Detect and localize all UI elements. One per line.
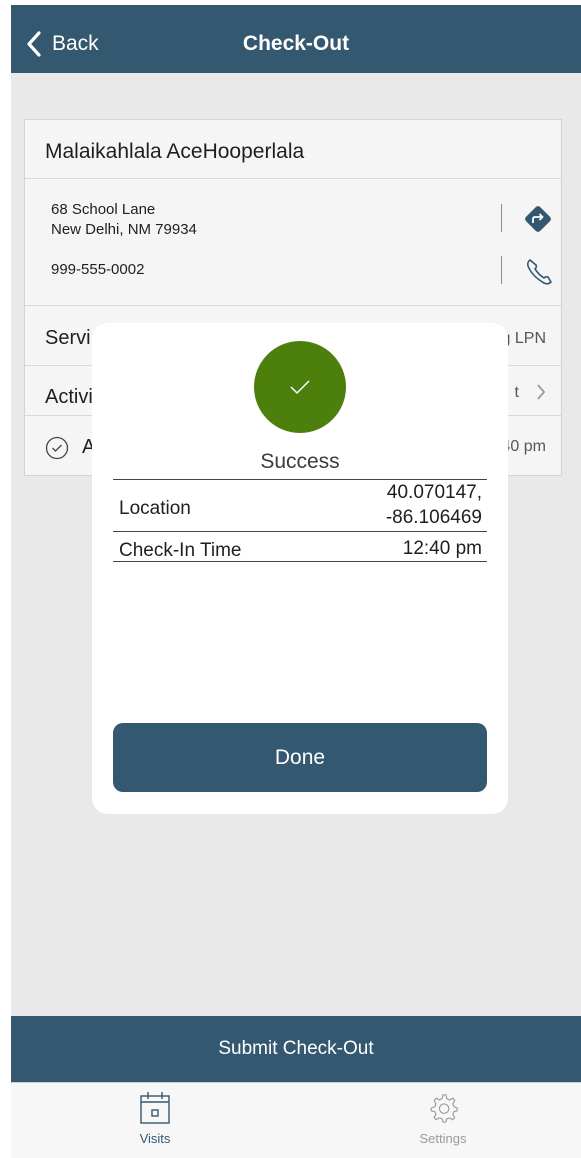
directions-icon[interactable]: [522, 203, 554, 235]
success-badge: [254, 341, 346, 433]
divider: [113, 561, 487, 562]
chevron-right-icon[interactable]: [535, 382, 547, 402]
submit-checkout-button[interactable]: Submit Check-Out: [11, 1016, 581, 1082]
divider: [25, 305, 561, 306]
top-bar: Back Check-Out: [11, 5, 581, 73]
tab-visits[interactable]: Visits: [95, 1091, 215, 1146]
location-lon: -86.106469: [385, 507, 482, 528]
app-screen: Back Check-Out Malaikahlala AceHooperlal…: [11, 5, 581, 1158]
address-line-2: New Delhi, NM 79934: [51, 221, 197, 238]
divider: [501, 204, 502, 232]
tab-bar: Visits Settings: [11, 1082, 581, 1158]
success-message: Success: [260, 450, 340, 473]
tab-settings-label: Settings: [419, 1131, 467, 1146]
calendar-icon: [140, 1092, 170, 1124]
patient-phone: 999-555-0002: [51, 261, 145, 278]
divider: [25, 178, 561, 179]
patient-name: Malaikahlala AceHooperlala: [45, 140, 305, 163]
checkin-time-value: 12:40 pm: [402, 538, 482, 559]
checkmark-icon: [290, 380, 310, 395]
service-label: Servi: [45, 327, 91, 349]
check-circle-icon: [45, 436, 69, 460]
location-lat: 40.070147,: [386, 482, 482, 503]
page-title: Check-Out: [242, 32, 350, 55]
location-value: 40.070147, -86.106469: [386, 480, 482, 530]
divider: [113, 531, 487, 532]
location-label: Location: [119, 498, 191, 519]
success-dialog: Success Location 40.070147, -86.106469 C…: [92, 323, 508, 814]
activities-label[interactable]: Activi: [45, 386, 93, 409]
checkin-value: 40 pm: [501, 438, 546, 455]
gear-icon: [430, 1094, 458, 1123]
patient-address: 68 School Lane New Delhi, NM 79934: [51, 200, 197, 240]
tab-settings[interactable]: Settings: [383, 1091, 503, 1146]
done-button[interactable]: Done: [113, 723, 487, 792]
tab-visits-label: Visits: [139, 1131, 171, 1146]
checkin-time-label: Check-In Time: [119, 540, 242, 561]
service-value: g LPN: [501, 330, 546, 347]
address-line-1: 68 School Lane: [51, 201, 156, 218]
divider: [501, 256, 502, 284]
phone-icon[interactable]: [524, 257, 554, 287]
activities-value: t: [514, 384, 519, 401]
